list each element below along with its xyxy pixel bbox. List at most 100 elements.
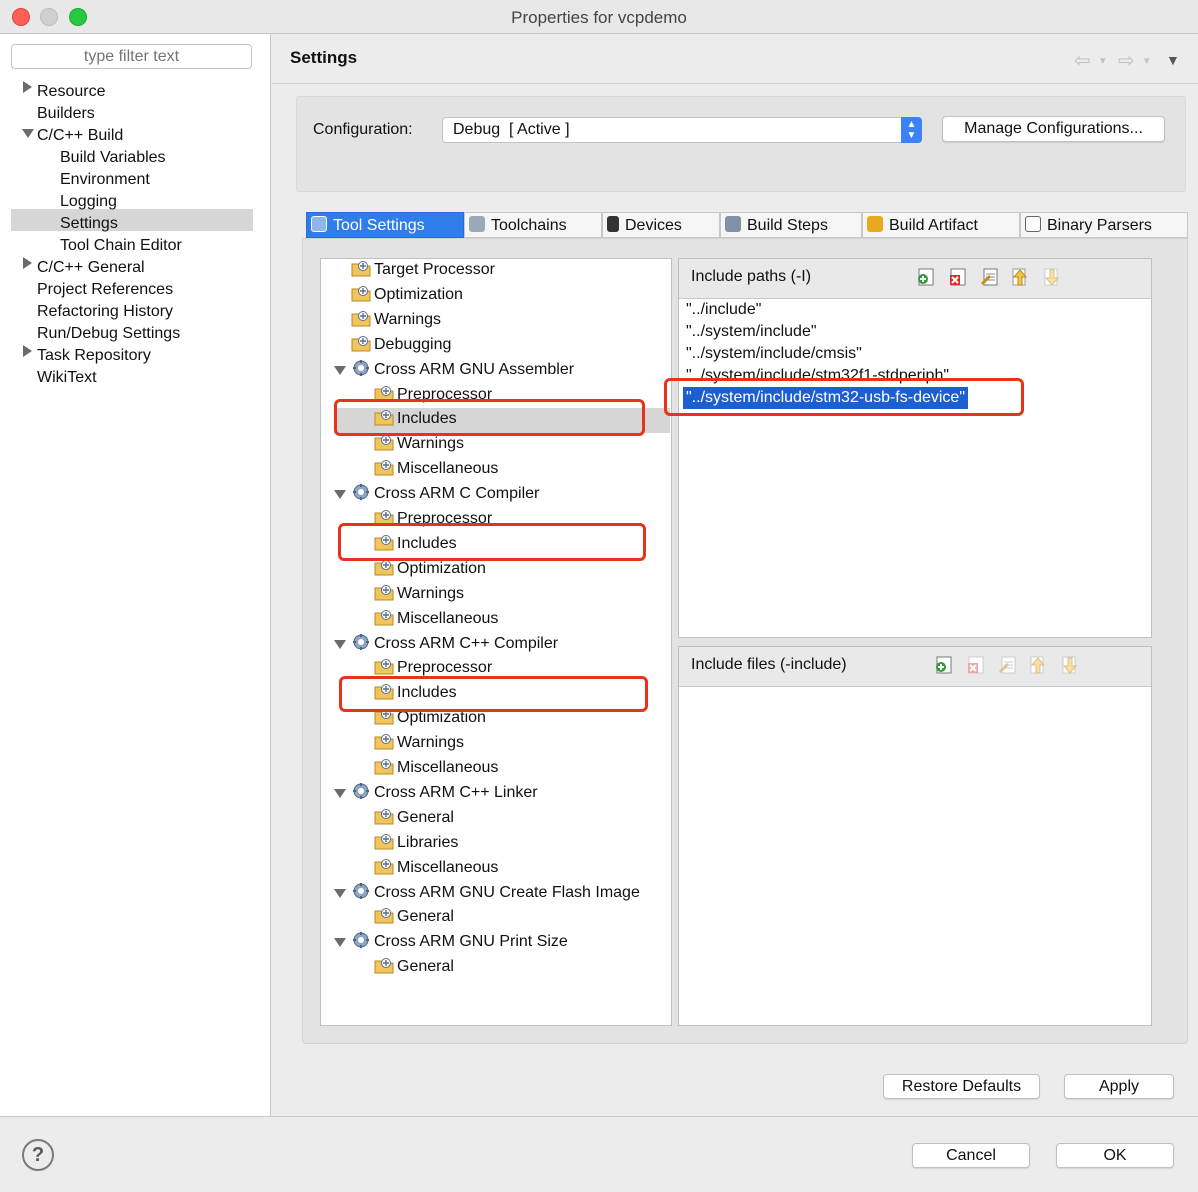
manage-configurations-button[interactable]: Manage Configurations... <box>942 116 1165 142</box>
sidebar-item-build-variables[interactable]: Build Variables <box>60 147 166 169</box>
sidebar-item-tool-chain-editor[interactable]: Tool Chain Editor <box>60 235 182 257</box>
sidebar-item-resource[interactable]: Resource <box>37 81 105 103</box>
tree-node[interactable]: Cross ARM GNU Create Flash Image <box>351 881 640 905</box>
tree-node[interactable]: Cross ARM GNU Print Size <box>351 930 568 954</box>
sidebar-item-environment[interactable]: Environment <box>60 169 150 191</box>
tree-node-label: Preprocessor <box>397 659 493 677</box>
tree-node-label: Cross ARM GNU Assembler <box>374 360 575 378</box>
add-icon[interactable] <box>933 654 955 676</box>
configuration-value: Debug [ Active ] <box>453 121 570 138</box>
expand-arrow-icon[interactable] <box>23 345 32 357</box>
settings-folder-icon <box>374 958 397 975</box>
tree-node[interactable]: Debugging <box>351 333 451 357</box>
tree-node[interactable]: Warnings <box>374 582 464 606</box>
sidebar-item-project-references[interactable]: Project References <box>37 279 173 301</box>
tree-node[interactable]: General <box>374 905 454 929</box>
tree-node[interactable]: Target Processor <box>351 258 495 282</box>
collapse-arrow-icon[interactable] <box>334 490 346 500</box>
settings-folder-icon <box>374 808 397 826</box>
move-down-icon[interactable] <box>1041 266 1063 288</box>
include-path-item[interactable]: "../system/include" <box>683 321 820 343</box>
tool-gear-icon <box>351 484 374 502</box>
page-header: Settings ⇦ ▾ ⇨ ▾ ▼ <box>272 34 1198 84</box>
sidebar-item-run-debug-settings[interactable]: Run/Debug Settings <box>37 323 180 345</box>
collapse-arrow-icon[interactable] <box>334 938 346 948</box>
tree-node[interactable]: Miscellaneous <box>374 607 498 631</box>
settings-folder-icon <box>374 759 397 776</box>
tree-node[interactable]: General <box>374 806 454 830</box>
tree-node-label: Target Processor <box>374 261 495 278</box>
tab-build-artifact[interactable]: Build Artifact <box>862 212 1020 238</box>
tree-node[interactable]: Libraries <box>374 831 458 855</box>
tree-node[interactable]: Cross ARM C Compiler <box>351 482 539 506</box>
move-up-icon[interactable] <box>1009 266 1031 288</box>
include-paths-title: Include paths (-I) <box>691 268 812 285</box>
collapse-arrow-icon[interactable] <box>334 365 346 375</box>
forward-arrow-icon[interactable]: ⇨ <box>1118 48 1135 73</box>
include-path-item[interactable]: "../include" <box>683 299 764 321</box>
tree-node-label: Optimization <box>374 285 463 303</box>
configuration-label: Configuration: <box>313 121 413 138</box>
configuration-select[interactable]: Debug [ Active ] ▲ ▼ <box>442 117 922 143</box>
chevron-down-icon[interactable]: ▾ <box>1144 54 1150 67</box>
help-icon[interactable]: ? <box>22 1139 54 1171</box>
tree-node-label: Warnings <box>397 584 464 602</box>
tree-node[interactable]: Warnings <box>351 308 441 332</box>
add-icon[interactable] <box>915 266 937 288</box>
tree-node[interactable]: Optimization <box>351 283 463 307</box>
select-arrows-icon[interactable]: ▲ ▼ <box>901 117 922 143</box>
toolchains-icon <box>469 216 485 232</box>
tab-tool-settings[interactable]: Tool Settings <box>306 212 464 238</box>
sidebar-item-refactoring-history[interactable]: Refactoring History <box>37 301 173 323</box>
sidebar-item-wikitext[interactable]: WikiText <box>37 367 97 389</box>
chevron-down-icon[interactable]: ▾ <box>1100 54 1106 67</box>
tree-node[interactable]: Warnings <box>374 731 464 755</box>
tab-toolchains[interactable]: Toolchains <box>464 212 602 238</box>
expand-arrow-icon[interactable] <box>23 81 32 93</box>
sidebar-item-settings[interactable]: Settings <box>60 213 118 235</box>
sidebar-item-builders[interactable]: Builders <box>37 103 95 125</box>
move-down-icon[interactable] <box>1059 654 1081 676</box>
collapse-arrow-icon[interactable] <box>334 888 346 898</box>
expand-arrow-icon[interactable] <box>23 257 32 269</box>
page-title: Settings <box>290 48 358 67</box>
annotation-box <box>339 676 648 712</box>
tool-gear-icon <box>351 882 374 901</box>
restore-defaults-button[interactable]: Restore Defaults <box>883 1074 1040 1099</box>
tree-node-label: Warnings <box>397 734 464 752</box>
tree-node[interactable]: Miscellaneous <box>374 856 498 880</box>
settings-folder-icon <box>374 734 397 751</box>
delete-icon[interactable] <box>965 654 987 676</box>
tree-node[interactable]: Cross ARM C++ Linker <box>351 781 538 805</box>
sidebar-item-cc-general[interactable]: C/C++ General <box>37 257 145 279</box>
collapse-arrow-icon[interactable] <box>334 639 346 649</box>
back-arrow-icon[interactable]: ⇦ <box>1074 48 1091 73</box>
tree-node[interactable]: Miscellaneous <box>374 756 498 780</box>
include-path-item[interactable]: "../system/include/cmsis" <box>683 343 865 365</box>
collapse-arrow-icon[interactable] <box>334 788 346 798</box>
tab-build-steps[interactable]: Build Steps <box>720 212 862 238</box>
include-files-panel: Include files (-include) <box>678 646 1152 1026</box>
collapse-arrow-icon[interactable] <box>22 129 34 138</box>
delete-icon[interactable] <box>947 266 969 288</box>
tab-devices[interactable]: Devices <box>602 212 720 238</box>
tree-node[interactable]: General <box>374 955 454 979</box>
tree-node[interactable]: Cross ARM GNU Assembler <box>351 358 574 382</box>
tree-node[interactable]: Miscellaneous <box>374 457 498 481</box>
cancel-button[interactable]: Cancel <box>912 1143 1030 1168</box>
sidebar-item-task-repository[interactable]: Task Repository <box>37 345 151 367</box>
view-menu-icon[interactable]: ▼ <box>1166 52 1180 68</box>
apply-button[interactable]: Apply <box>1064 1074 1174 1099</box>
sidebar-item-logging[interactable]: Logging <box>60 191 117 213</box>
edit-icon[interactable] <box>979 266 1001 288</box>
sidebar-item-cc-build[interactable]: C/C++ Build <box>37 125 123 147</box>
tab-binary-parsers[interactable]: Binary Parsers <box>1020 212 1188 238</box>
settings-folder-icon <box>374 908 397 925</box>
move-up-icon[interactable] <box>1027 654 1049 676</box>
settings-folder-icon <box>374 659 397 676</box>
filter-input[interactable] <box>11 44 252 69</box>
tree-node-label: Miscellaneous <box>397 460 499 478</box>
edit-icon[interactable] <box>997 654 1019 676</box>
tree-node[interactable]: Cross ARM C++ Compiler <box>351 632 558 656</box>
ok-button[interactable]: OK <box>1056 1143 1174 1168</box>
